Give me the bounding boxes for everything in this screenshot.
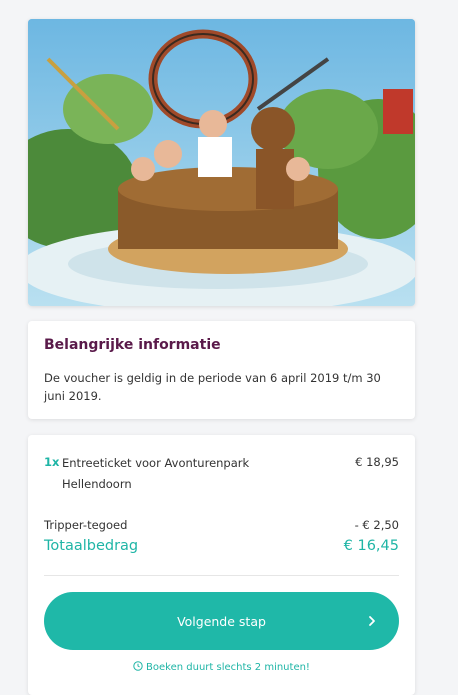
hero-image (28, 19, 415, 306)
order-summary-card: 1x Entreeticket voor Avonturenpark Helle… (28, 435, 415, 695)
item-name: Entreeticket voor Avonturenpark Hellendo… (62, 456, 250, 491)
credit-row: Tripper-tegoed - € 2,50 (44, 518, 399, 532)
total-label: Totaalbedrag (44, 538, 139, 554)
info-card: Belangrijke informatie De voucher is gel… (28, 321, 415, 419)
credit-amount: - € 2,50 (354, 518, 399, 532)
item-quantity: 1x (44, 455, 60, 469)
next-step-label: Volgende stap (177, 613, 266, 629)
info-text: De voucher is geldig in de periode van 6… (44, 371, 381, 403)
booking-time-text: Boeken duurt slechts 2 minuten! (146, 662, 310, 673)
order-line-item: 1x Entreeticket voor Avonturenpark Helle… (44, 453, 399, 493)
next-step-button[interactable]: Volgende stap (44, 592, 399, 650)
booking-time-note: Boeken duurt slechts 2 minuten! (44, 661, 399, 673)
clock-icon (133, 661, 143, 671)
divider (44, 575, 399, 576)
info-title: Belangrijke informatie (44, 337, 221, 353)
credit-label: Tripper-tegoed (44, 518, 128, 532)
rapids-ride-illustration (28, 19, 415, 306)
total-row: Totaalbedrag € 16,45 (44, 538, 399, 554)
chevron-right-icon (369, 616, 375, 626)
total-amount: € 16,45 (343, 538, 399, 554)
item-price: € 18,95 (355, 455, 399, 469)
